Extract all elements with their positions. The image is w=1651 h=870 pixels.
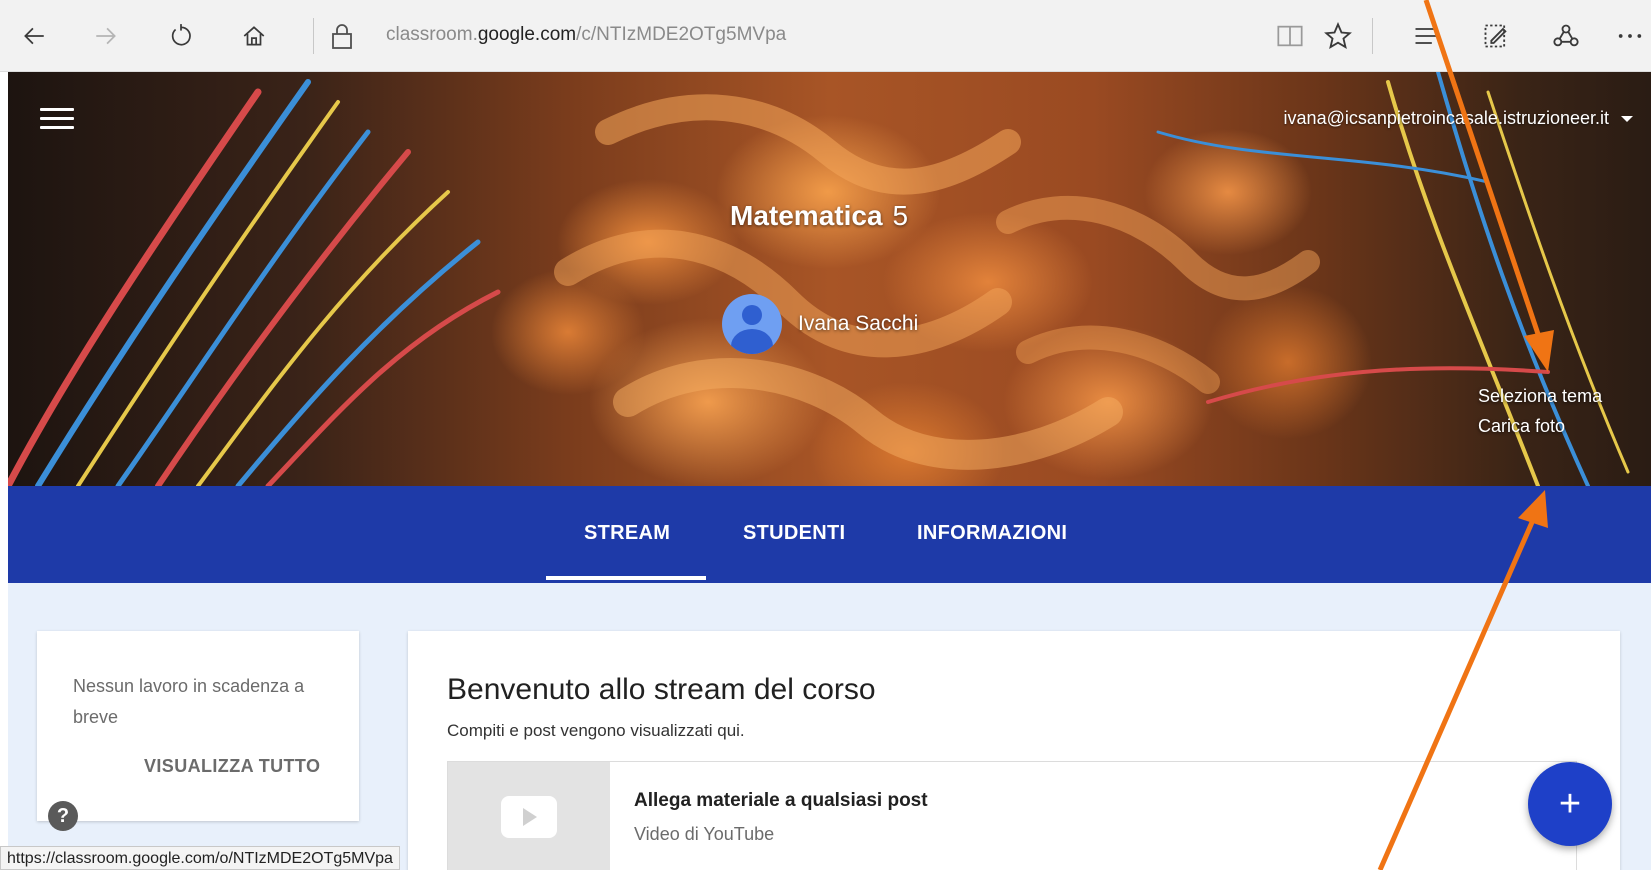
home-icon[interactable] — [236, 18, 272, 54]
browser-toolbar: classroom.google.com/c/NTIzMDE2OTg5MVpa — [0, 0, 1651, 72]
url-path: /c/NTIzMDE2OTg5MVpa — [576, 24, 787, 45]
stream-welcome-card: Benvenuto allo stream del corso Compiti … — [408, 631, 1620, 870]
course-banner: ivana@icsanpietroincasale.istruzioneer.i… — [8, 72, 1651, 486]
hub-icon[interactable] — [1408, 18, 1444, 54]
share-icon[interactable] — [1548, 18, 1584, 54]
create-fab-button[interactable]: + — [1528, 762, 1612, 846]
attach-material-tip: Allega materiale a qualsiasi post Video … — [447, 761, 1577, 870]
url-domain: google.com — [477, 24, 577, 45]
active-tab-indicator — [546, 576, 706, 580]
banner-image — [8, 72, 1630, 486]
stream-subtitle: Compiti e post vengono visualizzati qui. — [447, 721, 745, 740]
reading-view-icon[interactable] — [1272, 18, 1308, 54]
tab-about[interactable]: INFORMAZIONI — [917, 522, 1067, 545]
select-theme-link[interactable]: Seleziona tema — [1478, 386, 1602, 407]
course-title: Matematica 5 — [730, 200, 908, 232]
screen: classroom.google.com/c/NTIzMDE2OTg5MVpa — [0, 0, 1651, 870]
attach-thumbnail — [448, 762, 610, 870]
course-name: Matematica — [730, 200, 883, 231]
account-dropdown-icon[interactable] — [1621, 116, 1633, 122]
menu-icon[interactable] — [40, 108, 74, 136]
tab-students[interactable]: STUDENTI — [743, 522, 845, 545]
refresh-icon[interactable] — [163, 18, 199, 54]
forward-icon[interactable] — [88, 18, 124, 54]
more-icon[interactable] — [1612, 18, 1648, 54]
youtube-icon — [501, 796, 557, 838]
avatar — [722, 294, 782, 354]
help-icon[interactable]: ? — [48, 801, 78, 831]
address-bar[interactable]: classroom.google.com/c/NTIzMDE2OTg5MVpa — [386, 24, 786, 46]
toolbar-separator — [313, 18, 314, 54]
upcoming-card: Nessun lavoro in scadenza a breve VISUAL… — [37, 631, 359, 821]
url-prefix: classroom. — [386, 24, 478, 45]
attach-title: Allega materiale a qualsiasi post — [634, 790, 928, 811]
course-section: 5 — [892, 200, 909, 231]
lock-icon — [330, 22, 356, 52]
favorite-star-icon[interactable] — [1320, 18, 1356, 54]
toolbar-separator-2 — [1372, 18, 1373, 54]
course-tabs: STREAM STUDENTI INFORMAZIONI — [8, 486, 1651, 583]
status-bar-url: https://classroom.google.com/o/NTIzMDE2O… — [0, 846, 400, 870]
web-note-icon[interactable] — [1478, 18, 1514, 54]
upload-photo-link[interactable]: Carica foto — [1478, 416, 1565, 437]
tab-stream[interactable]: STREAM — [584, 522, 670, 545]
teacher-name: Ivana Sacchi — [798, 312, 919, 335]
view-all-button[interactable]: VISUALIZZA TUTTO — [144, 756, 320, 777]
back-icon[interactable] — [16, 18, 52, 54]
account-email[interactable]: ivana@icsanpietroincasale.istruzioneer.i… — [1284, 108, 1609, 129]
stream-content: Nessun lavoro in scadenza a breve VISUAL… — [8, 583, 1651, 870]
upcoming-text: Nessun lavoro in scadenza a breve — [73, 676, 305, 727]
attach-subtitle: Video di YouTube — [634, 824, 775, 844]
stream-title: Benvenuto allo stream del corso — [447, 673, 876, 706]
